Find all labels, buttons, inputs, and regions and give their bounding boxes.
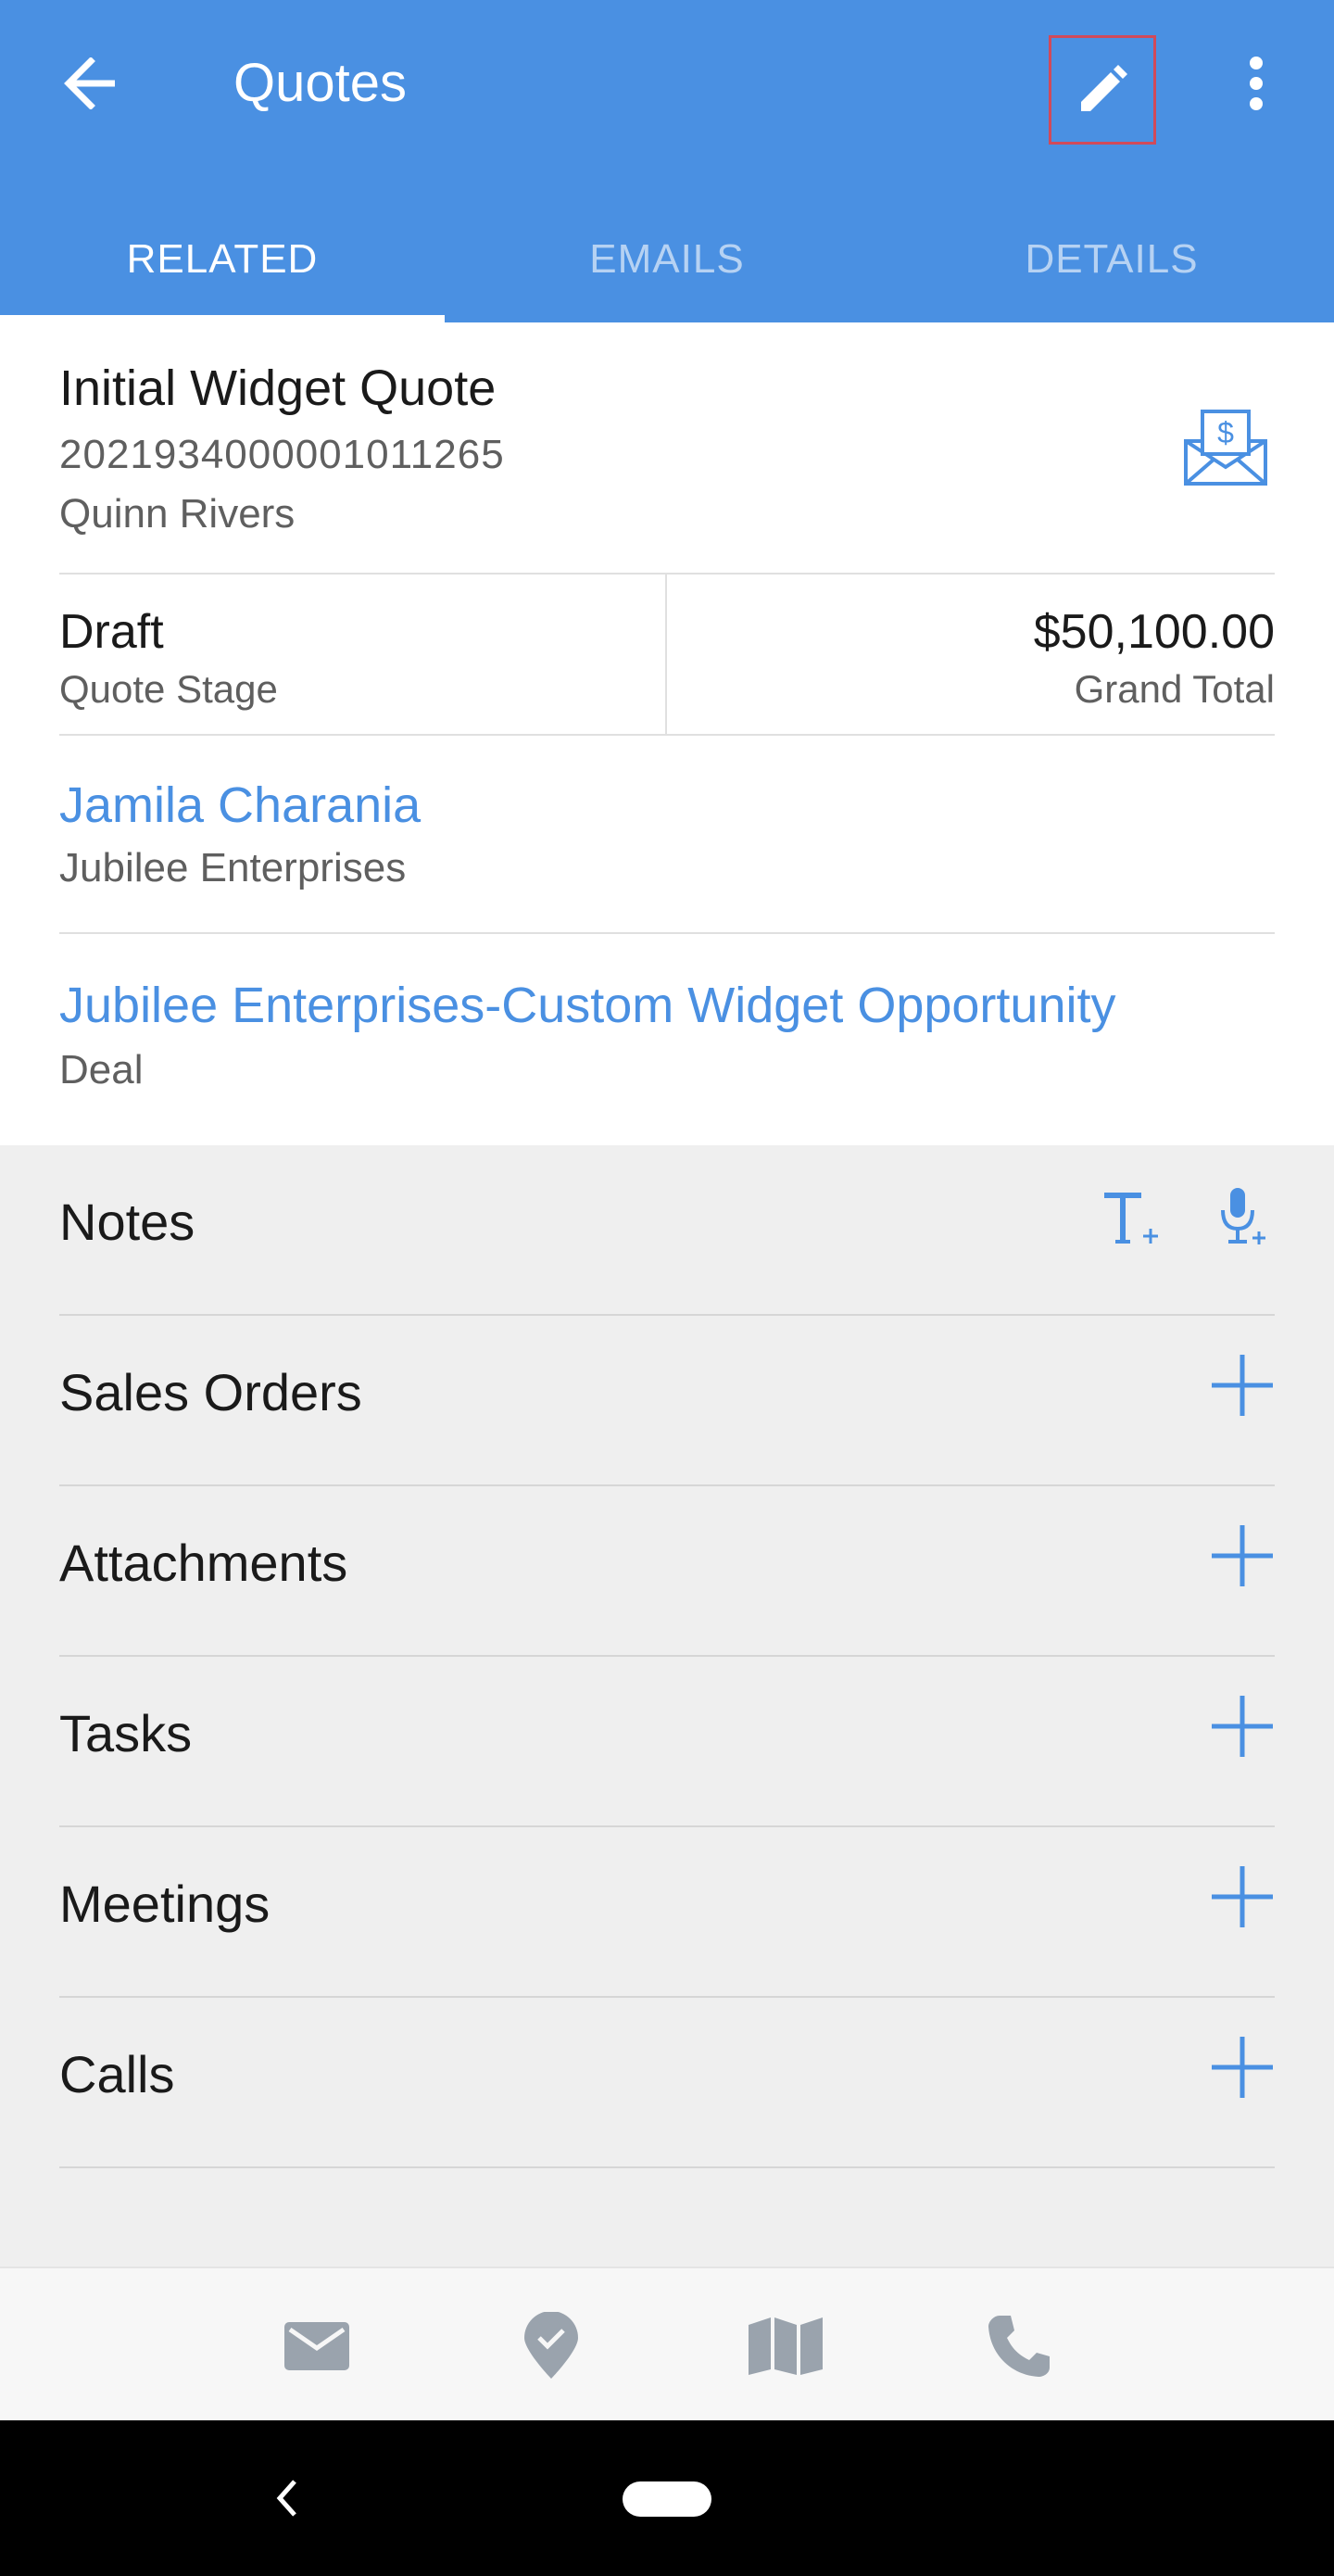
- related-row-label: Attachments: [59, 1534, 348, 1592]
- tab-details[interactable]: DETAILS: [889, 196, 1334, 322]
- quote-title: Initial Widget Quote: [59, 360, 497, 416]
- check-in-location-icon[interactable]: [512, 2311, 590, 2381]
- phone-icon[interactable]: [980, 2311, 1058, 2381]
- divider: [59, 932, 1275, 934]
- edit-button[interactable]: [1049, 35, 1156, 145]
- quote-number: 2021934000001011265: [59, 432, 505, 477]
- system-home-pill[interactable]: [623, 2481, 711, 2517]
- tab-related[interactable]: RELATED: [0, 196, 445, 322]
- quote-owner: Quinn Rivers: [59, 491, 296, 537]
- edit-pencil-icon: [1081, 65, 1127, 111]
- related-row-label: Tasks: [59, 1704, 193, 1762]
- quote-stage-value: Draft: [59, 605, 164, 659]
- tab-bar: RELATED EMAILS DETAILS: [0, 196, 1334, 322]
- more-vert-icon: [1250, 57, 1263, 110]
- deal-label: Deal: [59, 1047, 144, 1092]
- svg-text:$: $: [1217, 416, 1234, 449]
- add-plus-icon[interactable]: [1210, 1523, 1275, 1588]
- related-row-tasks[interactable]: Tasks: [59, 1657, 1275, 1827]
- related-row-label: Notes: [59, 1193, 195, 1251]
- contact-account: Jubilee Enterprises: [59, 845, 407, 890]
- deal-link[interactable]: Jubilee Enterprises-Custom Widget Opport…: [59, 977, 1116, 1034]
- add-plus-icon[interactable]: [1210, 2035, 1275, 2100]
- bottom-action-bar: [0, 2267, 1334, 2420]
- grand-total-value: $50,100.00: [1033, 605, 1275, 659]
- record-summary: Initial Widget Quote 2021934000001011265…: [0, 322, 1334, 1145]
- add-text-note-icon[interactable]: [1101, 1190, 1160, 1247]
- back-arrow-icon[interactable]: [54, 46, 128, 120]
- more-options-button[interactable]: [1219, 44, 1293, 122]
- related-row-label: Sales Orders: [59, 1363, 362, 1421]
- tab-emails[interactable]: EMAILS: [445, 196, 889, 322]
- add-voice-note-icon[interactable]: [1219, 1186, 1267, 1249]
- system-back-icon[interactable]: [263, 2465, 311, 2532]
- divider: [665, 573, 667, 734]
- quote-stage-label: Quote Stage: [59, 667, 278, 711]
- divider: [59, 734, 1275, 736]
- system-navigation-bar: [0, 2420, 1334, 2576]
- quote-email-dollar-icon[interactable]: $: [1182, 408, 1269, 487]
- related-row-label: Meetings: [59, 1875, 271, 1933]
- related-row-label: Calls: [59, 2045, 175, 2103]
- contact-link[interactable]: Jamila Charania: [59, 777, 421, 834]
- grand-total-label: Grand Total: [1074, 667, 1275, 711]
- add-plus-icon[interactable]: [1210, 1353, 1275, 1418]
- related-lists: Notes Sales Orders Attachments Tasks Mee…: [0, 1145, 1334, 2267]
- related-row-calls[interactable]: Calls: [59, 1998, 1275, 2168]
- add-plus-icon[interactable]: [1210, 1694, 1275, 1759]
- related-row-meetings[interactable]: Meetings: [59, 1827, 1275, 1998]
- related-row-notes[interactable]: Notes: [59, 1145, 1275, 1316]
- related-row-sales-orders[interactable]: Sales Orders: [59, 1316, 1275, 1486]
- page-title: Quotes: [233, 53, 407, 113]
- add-plus-icon[interactable]: [1210, 1864, 1275, 1929]
- map-icon[interactable]: [747, 2311, 824, 2381]
- related-row-attachments[interactable]: Attachments: [59, 1486, 1275, 1657]
- divider: [59, 573, 1275, 575]
- email-icon[interactable]: [278, 2311, 356, 2381]
- app-bar: Quotes RELATED EMAILS DETAILS: [0, 0, 1334, 322]
